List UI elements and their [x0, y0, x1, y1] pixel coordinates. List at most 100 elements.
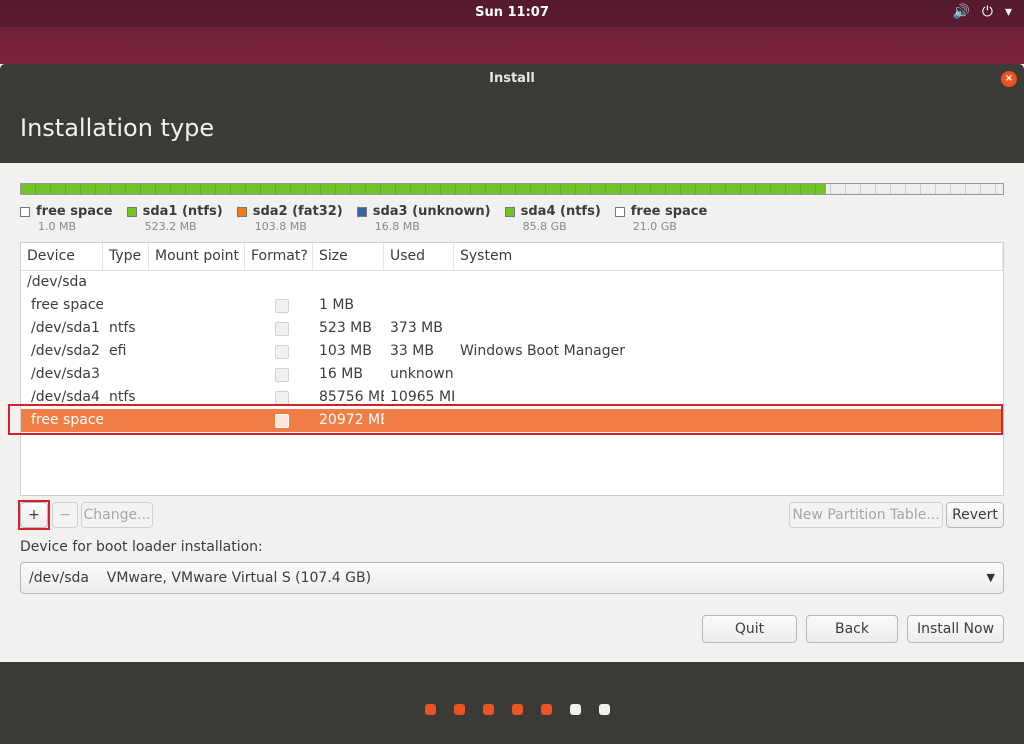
- column-header-type[interactable]: Type: [103, 243, 149, 270]
- format-cell: [245, 340, 313, 363]
- progress-dot: [598, 704, 610, 715]
- format-checkbox[interactable]: [275, 344, 289, 359]
- cell-mount: [149, 363, 245, 386]
- cell-type: [103, 294, 149, 317]
- install-window: Install × Installation type free space 1.…: [0, 64, 1024, 744]
- partition-legend: free space 1.0 MB sda1 (ntfs) 523.2 MB sda2 …: [20, 204, 707, 233]
- cell-device: /dev/sda3: [31, 366, 100, 382]
- legend-size: 16.8 MB: [374, 220, 420, 233]
- legend-item-title: sda4 (ntfs): [504, 204, 601, 219]
- cell-type: ntfs: [109, 320, 136, 336]
- close-icon: ×: [1004, 73, 1014, 84]
- table-row[interactable]: free space 1 MB: [21, 294, 1003, 317]
- volume-icon[interactable]: 🔊: [952, 4, 969, 20]
- format-checkbox[interactable]: [275, 390, 289, 405]
- column-header-device[interactable]: Device: [21, 243, 103, 270]
- selected-row-highlight: [8, 404, 1003, 435]
- change-partition-button[interactable]: Change...: [81, 502, 153, 528]
- column-header-size[interactable]: Size: [313, 243, 384, 270]
- cell-mount: [149, 317, 245, 340]
- progress-dot: [424, 704, 436, 715]
- column-header-format[interactable]: Format?: [245, 243, 313, 270]
- table-row[interactable]: /dev/sda1 ntfs 523 MB 373 MB: [21, 317, 1003, 340]
- add-button-highlight: [18, 500, 50, 530]
- column-header-system[interactable]: System: [454, 243, 1003, 270]
- cell-system: Windows Boot Manager: [460, 343, 625, 359]
- format-checkbox[interactable]: [275, 298, 289, 313]
- legend-item-title: sda2 (fat32): [236, 204, 343, 219]
- legend-item: sda1 (ntfs) 523.2 MB: [126, 204, 223, 233]
- legend-name: sda1 (ntfs): [142, 204, 223, 219]
- cell-used: unknown: [390, 366, 454, 382]
- legend-name: free space: [36, 204, 113, 219]
- legend-swatch: [504, 206, 515, 217]
- window-titlebar[interactable]: Install ×: [0, 64, 1024, 94]
- format-checkbox[interactable]: [275, 367, 289, 382]
- cell-size: 523 MB: [319, 320, 372, 336]
- cell-device: /dev/sda1: [31, 320, 100, 336]
- bootloader-label: Device for boot loader installation:: [20, 539, 263, 555]
- table-row[interactable]: /dev/sda2 efi 103 MB 33 MB Windows Boot Mana…: [21, 340, 1003, 363]
- legend-swatch: [236, 206, 247, 217]
- column-header-used[interactable]: Used: [384, 243, 454, 270]
- cell-device: free space: [31, 297, 103, 313]
- system-menu[interactable]: 🔊 ⏻ ▾: [952, 4, 1012, 20]
- cell-device: /dev/sda2: [31, 343, 100, 359]
- cell-type: [103, 363, 149, 386]
- legend-name: free space: [630, 204, 708, 219]
- cell-size: 103 MB: [319, 343, 372, 359]
- progress-dot: [482, 704, 494, 715]
- table-row[interactable]: /dev/sda3 16 MB unknown: [21, 363, 1003, 386]
- cell-mount: [149, 340, 245, 363]
- progress-dot: [511, 704, 523, 715]
- back-button[interactable]: Back: [806, 615, 898, 643]
- cell-used: 373 MB: [390, 320, 443, 336]
- legend-size: 1.0 MB: [38, 220, 77, 233]
- column-header-mount-point[interactable]: Mount point: [149, 243, 245, 270]
- legend-item-title: sda1 (ntfs): [126, 204, 223, 219]
- remove-partition-button[interactable]: −: [52, 502, 78, 528]
- format-checkbox[interactable]: [275, 321, 289, 336]
- page-header: Installation type: [0, 94, 1024, 163]
- top-panel: Sun 11:07 🔊 ⏻ ▾: [0, 0, 1024, 27]
- cell-mount: [149, 294, 245, 317]
- table-header: Device Type Mount point Format? Size Used Syst…: [21, 243, 1003, 271]
- legend-swatch: [20, 206, 30, 217]
- legend-item-title: sda3 (unknown): [356, 204, 491, 219]
- cell-type: efi: [109, 343, 127, 359]
- legend-name: sda2 (fat32): [252, 204, 343, 219]
- legend-item: free space 21.0 GB: [614, 204, 708, 233]
- clock[interactable]: Sun 11:07: [0, 5, 1024, 20]
- close-button[interactable]: ×: [1001, 71, 1017, 87]
- legend-item: sda2 (fat32) 103.8 MB: [236, 204, 343, 233]
- progress-dots: [0, 704, 1024, 715]
- cell-system: [454, 317, 1003, 340]
- legend-size: 21.0 GB: [632, 220, 677, 233]
- cell-used: 33 MB: [390, 343, 434, 359]
- power-icon[interactable]: ⏻: [982, 4, 993, 20]
- page-title: Installation type: [20, 114, 215, 142]
- legend-item-title: free space: [20, 204, 113, 219]
- cell-device: /dev/sda: [27, 274, 87, 290]
- legend-name: sda4 (ntfs): [520, 204, 601, 219]
- legend-item: free space 1.0 MB: [20, 204, 113, 233]
- cell-used: [384, 294, 454, 317]
- legend-size: 103.8 MB: [254, 220, 307, 233]
- revert-button[interactable]: Revert: [946, 502, 1004, 528]
- bootloader-device-select[interactable]: /dev/sda VMware, VMware Virtual S (107.4…: [20, 562, 1004, 594]
- legend-swatch: [356, 206, 367, 217]
- cell-size: 1 MB: [319, 297, 355, 313]
- partition-bar: [20, 183, 1004, 195]
- cell-system: [454, 294, 1003, 317]
- minus-icon: −: [59, 507, 71, 523]
- format-cell: [245, 363, 313, 386]
- table-row[interactable]: /dev/sda: [21, 271, 1003, 294]
- partition-table[interactable]: Device Type Mount point Format? Size Used Syst…: [20, 242, 1004, 496]
- chevron-down-icon[interactable]: ▾: [1005, 4, 1012, 20]
- cell-type: [221, 271, 267, 294]
- install-now-button[interactable]: Install Now: [907, 615, 1004, 643]
- quit-button[interactable]: Quit: [702, 615, 797, 643]
- new-partition-table-button[interactable]: New Partition Table...: [789, 502, 943, 528]
- bootloader-selected-value: /dev/sda VMware, VMware Virtual S (107.4…: [29, 570, 372, 586]
- format-cell: [363, 271, 431, 294]
